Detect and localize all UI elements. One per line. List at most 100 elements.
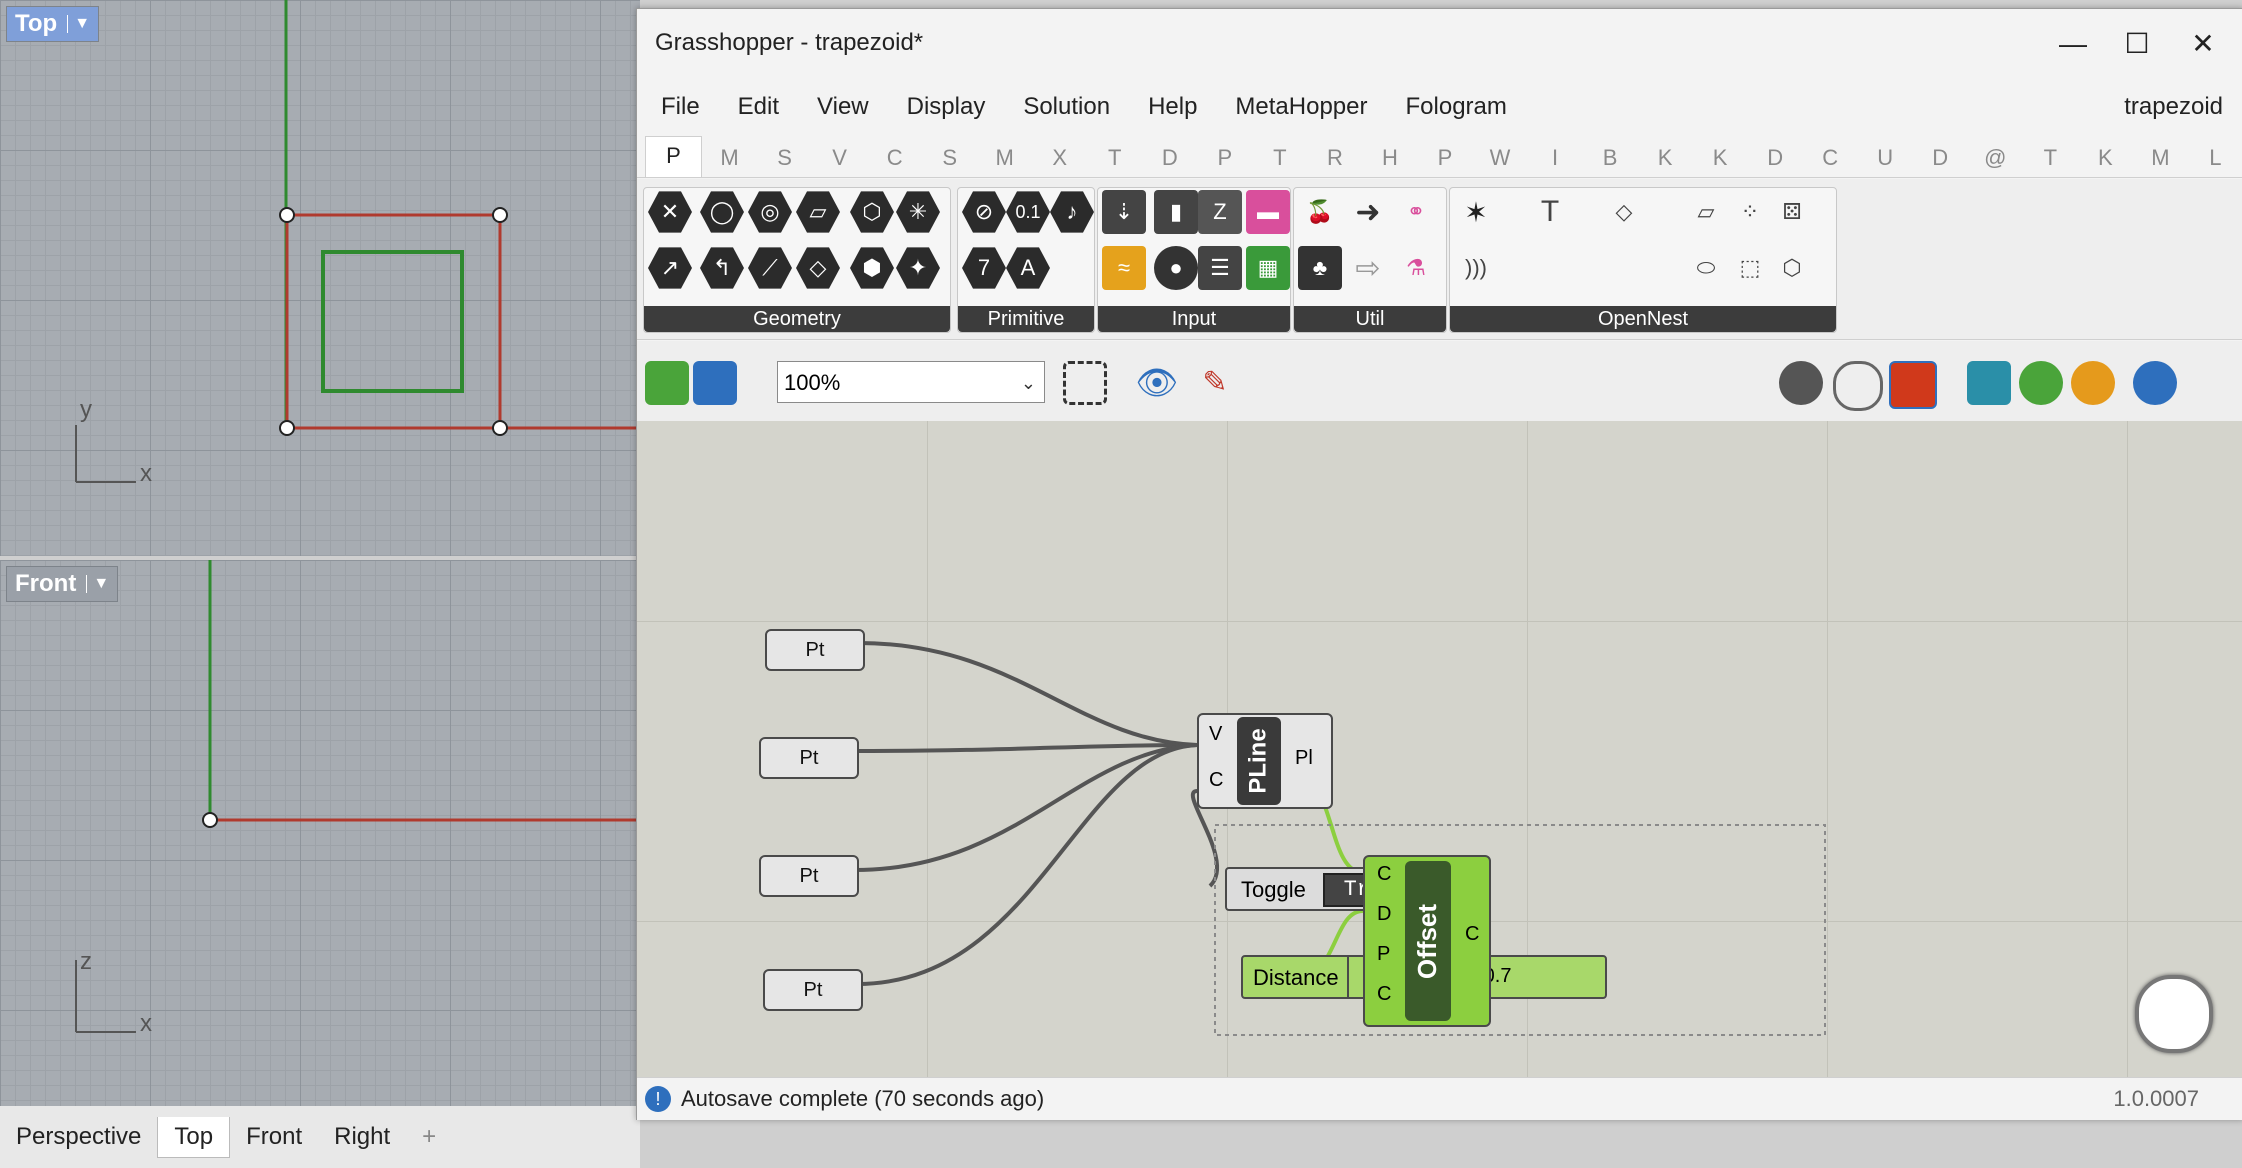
pline-input-v[interactable]: V xyxy=(1209,723,1222,746)
offset-component[interactable]: C D P C Offset C xyxy=(1363,855,1491,1027)
text-icon[interactable]: A xyxy=(1006,247,1050,289)
cluster-icon[interactable]: ⚭ xyxy=(1394,190,1438,234)
toggle-component[interactable]: Toggle True xyxy=(1225,867,1417,911)
category-tab[interactable]: K xyxy=(2078,145,2133,177)
group-label[interactable]: Primitive xyxy=(958,306,1094,332)
group-label[interactable]: Util xyxy=(1294,306,1446,332)
slider-icon[interactable]: ▬ xyxy=(1246,190,1290,234)
button-icon[interactable]: ● xyxy=(1154,246,1198,290)
group-label[interactable]: Input xyxy=(1098,306,1290,332)
save-icon[interactable] xyxy=(693,361,737,405)
tab-right[interactable]: Right xyxy=(318,1123,406,1151)
pline-output[interactable]: Pl xyxy=(1295,747,1313,770)
category-tab[interactable]: S xyxy=(757,145,812,177)
shaded-icon[interactable] xyxy=(1889,361,1937,409)
menu-metahopper[interactable]: MetaHopper xyxy=(1235,93,1367,121)
category-tab[interactable]: T xyxy=(1252,145,1307,177)
category-tab[interactable]: W xyxy=(1472,145,1527,177)
category-tab[interactable]: T xyxy=(1087,145,1142,177)
circle-param-icon[interactable]: ◯ xyxy=(700,191,744,233)
offset-input-c2[interactable]: C xyxy=(1377,983,1391,1006)
circles-icon[interactable]: ⁘ xyxy=(1728,190,1772,234)
menu-fologram[interactable]: Fologram xyxy=(1406,93,1507,121)
pt-component-1[interactable]: Pt xyxy=(765,629,865,671)
offset-input-p[interactable]: P xyxy=(1377,943,1390,966)
offset-input-d[interactable]: D xyxy=(1377,903,1391,926)
close-button[interactable]: ✕ xyxy=(2173,21,2233,67)
gradient-icon[interactable]: Z xyxy=(1198,190,1242,234)
category-tab[interactable]: V xyxy=(812,145,867,177)
close-hex-icon[interactable]: ✕ xyxy=(648,191,692,233)
category-tab[interactable]: S xyxy=(922,145,977,177)
category-tab[interactable]: M xyxy=(2133,145,2188,177)
category-tab[interactable]: I xyxy=(1528,145,1583,177)
category-tab[interactable]: T xyxy=(2023,145,2078,177)
music-icon[interactable]: ♪ xyxy=(1050,191,1094,233)
chevron-down-icon[interactable]: ▼ xyxy=(67,15,90,33)
category-tab[interactable]: D xyxy=(1913,145,1968,177)
pt-component-4[interactable]: Pt xyxy=(763,969,863,1011)
category-tab[interactable]: D xyxy=(1748,145,1803,177)
plane-param-icon[interactable]: ◇ xyxy=(796,247,840,289)
arrow-right-icon[interactable]: ➜ xyxy=(1346,190,1390,234)
title-bar[interactable]: Grasshopper - trapezoid* — ☐ ✕ xyxy=(637,9,2242,79)
navigation-compass-icon[interactable] xyxy=(2135,975,2213,1053)
menu-help[interactable]: Help xyxy=(1148,93,1197,121)
color-icon[interactable] xyxy=(2071,361,2115,405)
grasshopper-canvas[interactable]: Pt Pt Pt Pt V C PLine Pl Toggle True Dis… xyxy=(637,421,2242,1077)
tab-top[interactable]: Top xyxy=(157,1116,231,1158)
category-tab[interactable]: D xyxy=(1142,145,1197,177)
category-tab[interactable]: K xyxy=(1638,145,1693,177)
curve-param-icon[interactable]: ◎ xyxy=(748,191,792,233)
menu-solution[interactable]: Solution xyxy=(1023,93,1110,121)
category-tab[interactable]: C xyxy=(867,145,922,177)
boolean-icon[interactable]: ⊘ xyxy=(962,191,1006,233)
flask-icon[interactable]: ⚗ xyxy=(1394,246,1438,290)
panel-icon[interactable]: ⇣ xyxy=(1102,190,1146,234)
category-tab[interactable]: K xyxy=(1693,145,1748,177)
category-tab[interactable]: B xyxy=(1583,145,1638,177)
category-tab[interactable]: P xyxy=(1417,145,1472,177)
tab-perspective[interactable]: Perspective xyxy=(0,1123,157,1151)
wireframe-icon[interactable] xyxy=(1833,361,1883,411)
category-tab[interactable]: H xyxy=(1362,145,1417,177)
category-tab[interactable]: P xyxy=(645,136,703,177)
mesh-param-icon[interactable]: ✳ xyxy=(896,191,940,233)
offset-output[interactable]: C xyxy=(1465,923,1479,946)
box-param-icon[interactable]: ⬢ xyxy=(850,247,894,289)
chevron-down-icon[interactable]: ▼ xyxy=(86,575,109,593)
viewport-front-label[interactable]: Front ▼ xyxy=(6,566,119,602)
brep-param-icon[interactable]: ⬡ xyxy=(850,191,894,233)
signal-icon[interactable]: ))) xyxy=(1454,246,1498,290)
material-icon[interactable] xyxy=(2019,361,2063,405)
menu-file[interactable]: File xyxy=(661,93,700,121)
shapes-icon[interactable]: ⬭ xyxy=(1684,246,1728,290)
preview-mode-icon[interactable] xyxy=(1779,361,1823,405)
line-param-icon[interactable]: ⟋ xyxy=(748,247,792,289)
top-viewport[interactable]: Top ▼ y x xyxy=(0,0,640,556)
menu-display[interactable]: Display xyxy=(907,93,986,121)
parallelogram-icon[interactable]: ▱ xyxy=(1684,190,1728,234)
text-tool-icon[interactable]: T xyxy=(1528,190,1572,234)
field-param-icon[interactable]: ✦ xyxy=(896,247,940,289)
menu-view[interactable]: View xyxy=(817,93,869,121)
minimize-button[interactable]: — xyxy=(2043,21,2103,67)
category-tab[interactable]: C xyxy=(1803,145,1858,177)
category-tab[interactable]: P xyxy=(1197,145,1252,177)
category-tab[interactable]: U xyxy=(1858,145,1913,177)
category-tab[interactable]: R xyxy=(1307,145,1362,177)
swatch-icon[interactable]: ▦ xyxy=(1246,246,1290,290)
category-tab[interactable]: M xyxy=(702,145,757,177)
menu-edit[interactable]: Edit xyxy=(738,93,779,121)
offset-input-c[interactable]: C xyxy=(1377,863,1391,886)
arrow-outline-icon[interactable]: ⇨ xyxy=(1346,246,1390,290)
pt-component-2[interactable]: Pt xyxy=(759,737,859,779)
vector-param-icon[interactable]: ↗ xyxy=(648,247,692,289)
hexagon-icon[interactable]: ⬡ xyxy=(1770,246,1814,290)
open-folder-icon[interactable] xyxy=(645,361,689,405)
arc-param-icon[interactable]: ↰ xyxy=(700,247,744,289)
toggle-icon[interactable]: ▮ xyxy=(1154,190,1198,234)
tag-icon[interactable]: ◇ xyxy=(1602,190,1646,234)
category-tab[interactable]: @ xyxy=(1968,145,2023,177)
tab-front[interactable]: Front xyxy=(230,1123,318,1151)
